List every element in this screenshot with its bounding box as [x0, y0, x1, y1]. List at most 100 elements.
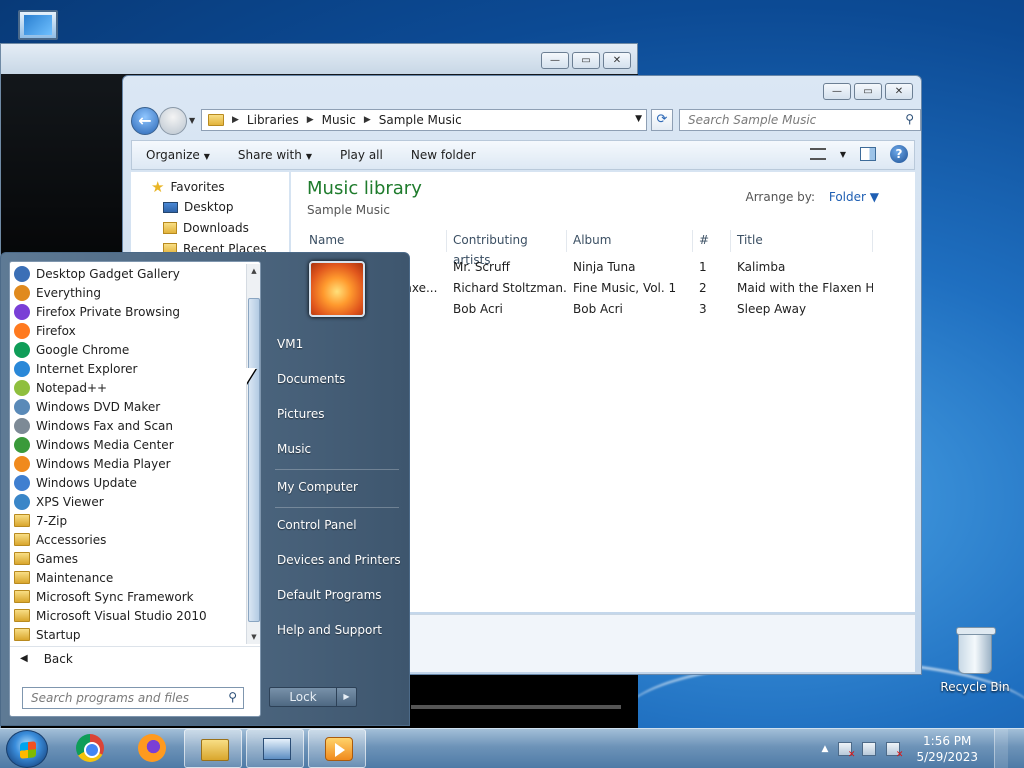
chevron-right-icon[interactable]: ▶	[364, 115, 371, 125]
recent-pages-dropdown[interactable]: ▼	[189, 116, 195, 125]
program-item[interactable]: Everything	[10, 283, 242, 302]
computer-desktop-icon[interactable]	[12, 8, 62, 46]
start-item-documents[interactable]: Documents	[277, 372, 345, 386]
address-bar[interactable]: ▶ Libraries ▶ Music ▶ Sample Music ▼	[201, 109, 647, 131]
program-item[interactable]: Startup	[10, 625, 242, 644]
trash-icon	[956, 627, 996, 674]
search-icon[interactable]: ⚲	[228, 690, 237, 704]
start-item-default-programs[interactable]: Default Programs	[277, 588, 382, 602]
scroll-up-icon[interactable]: ▲	[248, 264, 260, 278]
program-item[interactable]: Firefox	[10, 321, 242, 340]
cell-title: Kalimba	[737, 260, 786, 274]
program-item[interactable]: Microsoft Sync Framework	[10, 587, 242, 606]
close-button[interactable]: ✕	[885, 83, 913, 100]
start-item-user[interactable]: VM1	[277, 337, 303, 351]
taskbar-explorer[interactable]	[184, 729, 242, 768]
program-item[interactable]: Accessories	[10, 530, 242, 549]
start-search-input[interactable]: Search programs and files ⚲	[22, 687, 244, 709]
start-item-music[interactable]: Music	[277, 442, 311, 456]
minimize-button[interactable]: —	[823, 83, 851, 100]
seek-bar[interactable]	[411, 705, 621, 709]
programs-scrollbar[interactable]: ▲ ▼	[246, 264, 260, 644]
start-menu-programs-panel: Desktop Gadget Gallery Everything Firefox …	[9, 261, 261, 717]
program-item[interactable]: XPS Viewer	[10, 492, 242, 511]
breadcrumb-sample-music[interactable]: Sample Music	[379, 113, 462, 127]
view-options-dropdown[interactable]: ▼	[840, 150, 846, 159]
play-all-button[interactable]: Play all	[326, 148, 397, 162]
windows-update-icon	[14, 474, 30, 491]
action-center-icon[interactable]	[838, 741, 855, 760]
search-icon[interactable]: ⚲	[905, 112, 914, 126]
taskbar-media-player[interactable]	[308, 729, 366, 768]
start-item-pictures[interactable]: Pictures	[277, 407, 325, 421]
program-item[interactable]: Maintenance	[10, 568, 242, 587]
lock-button[interactable]: Lock	[269, 687, 337, 707]
scroll-down-icon[interactable]: ▼	[248, 630, 260, 644]
breadcrumb-libraries[interactable]: Libraries	[247, 113, 299, 127]
power-options-arrow-icon[interactable]: ▶	[337, 687, 357, 707]
organize-button[interactable]: Organize ▼	[132, 148, 224, 162]
back-button[interactable]: ←	[131, 107, 159, 135]
search-input[interactable]: Search Sample Music ⚲	[679, 109, 921, 131]
column-name[interactable]: Name	[303, 230, 447, 252]
preview-pane-icon[interactable]	[860, 147, 876, 161]
new-folder-button[interactable]: New folder	[397, 148, 490, 162]
chevron-right-icon[interactable]: ▶	[232, 115, 239, 125]
command-bar: Organize ▼ Share with ▼ Play all New folde…	[131, 140, 915, 170]
program-item[interactable]: Notepad++	[10, 378, 242, 397]
help-icon[interactable]: ?	[890, 145, 908, 163]
column-artists[interactable]: Contributing artists	[447, 230, 567, 267]
address-dropdown-icon[interactable]: ▼	[635, 114, 642, 124]
program-item[interactable]: 7-Zip	[10, 511, 242, 530]
start-button[interactable]	[6, 730, 48, 768]
column-album[interactable]: Album	[567, 230, 693, 252]
volume-muted-icon[interactable]	[886, 741, 903, 760]
program-item[interactable]: Microsoft Visual Studio 2010	[10, 606, 242, 625]
refresh-button[interactable]: ⟳	[651, 109, 673, 131]
program-item[interactable]: Windows Update	[10, 473, 242, 492]
network-icon[interactable]	[862, 741, 877, 756]
minimize-button[interactable]: —	[541, 52, 569, 69]
start-item-help-support[interactable]: Help and Support	[277, 623, 382, 637]
program-item[interactable]: Desktop Gadget Gallery	[10, 264, 242, 283]
clock[interactable]: 1:56 PM 5/29/2023	[916, 733, 978, 765]
star-icon: ★	[151, 178, 165, 196]
user-avatar[interactable]	[309, 261, 365, 317]
close-button[interactable]: ✕	[603, 52, 631, 69]
taskbar-remote-desktop[interactable]	[246, 729, 304, 768]
scroll-thumb[interactable]	[248, 298, 260, 622]
change-view-icon[interactable]	[809, 148, 826, 160]
breadcrumb-music[interactable]: Music	[322, 113, 356, 127]
share-with-button[interactable]: Share with ▼	[224, 148, 326, 162]
program-item[interactable]: Windows DVD Maker	[10, 397, 242, 416]
start-item-control-panel[interactable]: Control Panel	[277, 518, 357, 532]
maximize-button[interactable]: ▭	[572, 52, 600, 69]
taskbar-chrome[interactable]	[60, 729, 118, 768]
cell-album: Bob Acri	[573, 302, 623, 316]
show-hidden-icons[interactable]: ▲	[822, 744, 829, 754]
arrange-by-dropdown[interactable]: Folder ▼	[829, 190, 879, 204]
show-desktop-button[interactable]	[994, 729, 1008, 768]
taskbar-firefox[interactable]	[122, 729, 180, 768]
start-item-devices-printers[interactable]: Devices and Printers	[277, 553, 401, 567]
start-item-my-computer[interactable]: My Computer	[277, 480, 358, 494]
program-item[interactable]: Windows Media Player	[10, 454, 242, 473]
forward-button[interactable]	[159, 107, 187, 135]
background-window-titlebar[interactable]: — ▭ ✕	[1, 44, 637, 74]
recycle-bin-label: Recycle Bin	[940, 680, 1010, 694]
maximize-button[interactable]: ▭	[854, 83, 882, 100]
program-item[interactable]: Games	[10, 549, 242, 568]
program-item[interactable]: Internet Explorer	[10, 359, 242, 378]
program-item[interactable]: Google Chrome	[10, 340, 242, 359]
nav-desktop[interactable]: Desktop	[163, 200, 234, 214]
nav-downloads[interactable]: Downloads	[163, 221, 249, 235]
back-button[interactable]: ◀ Back	[10, 646, 260, 670]
chevron-right-icon[interactable]: ▶	[307, 115, 314, 125]
nav-favorites[interactable]: ★ Favorites	[151, 178, 225, 196]
program-item[interactable]: Windows Fax and Scan	[10, 416, 242, 435]
column-title[interactable]: Title	[731, 230, 873, 252]
program-item[interactable]: Windows Media Center	[10, 435, 242, 454]
program-item[interactable]: Firefox Private Browsing	[10, 302, 242, 321]
column-number[interactable]: #	[693, 230, 731, 252]
recycle-bin-icon[interactable]: Recycle Bin	[940, 627, 1010, 700]
